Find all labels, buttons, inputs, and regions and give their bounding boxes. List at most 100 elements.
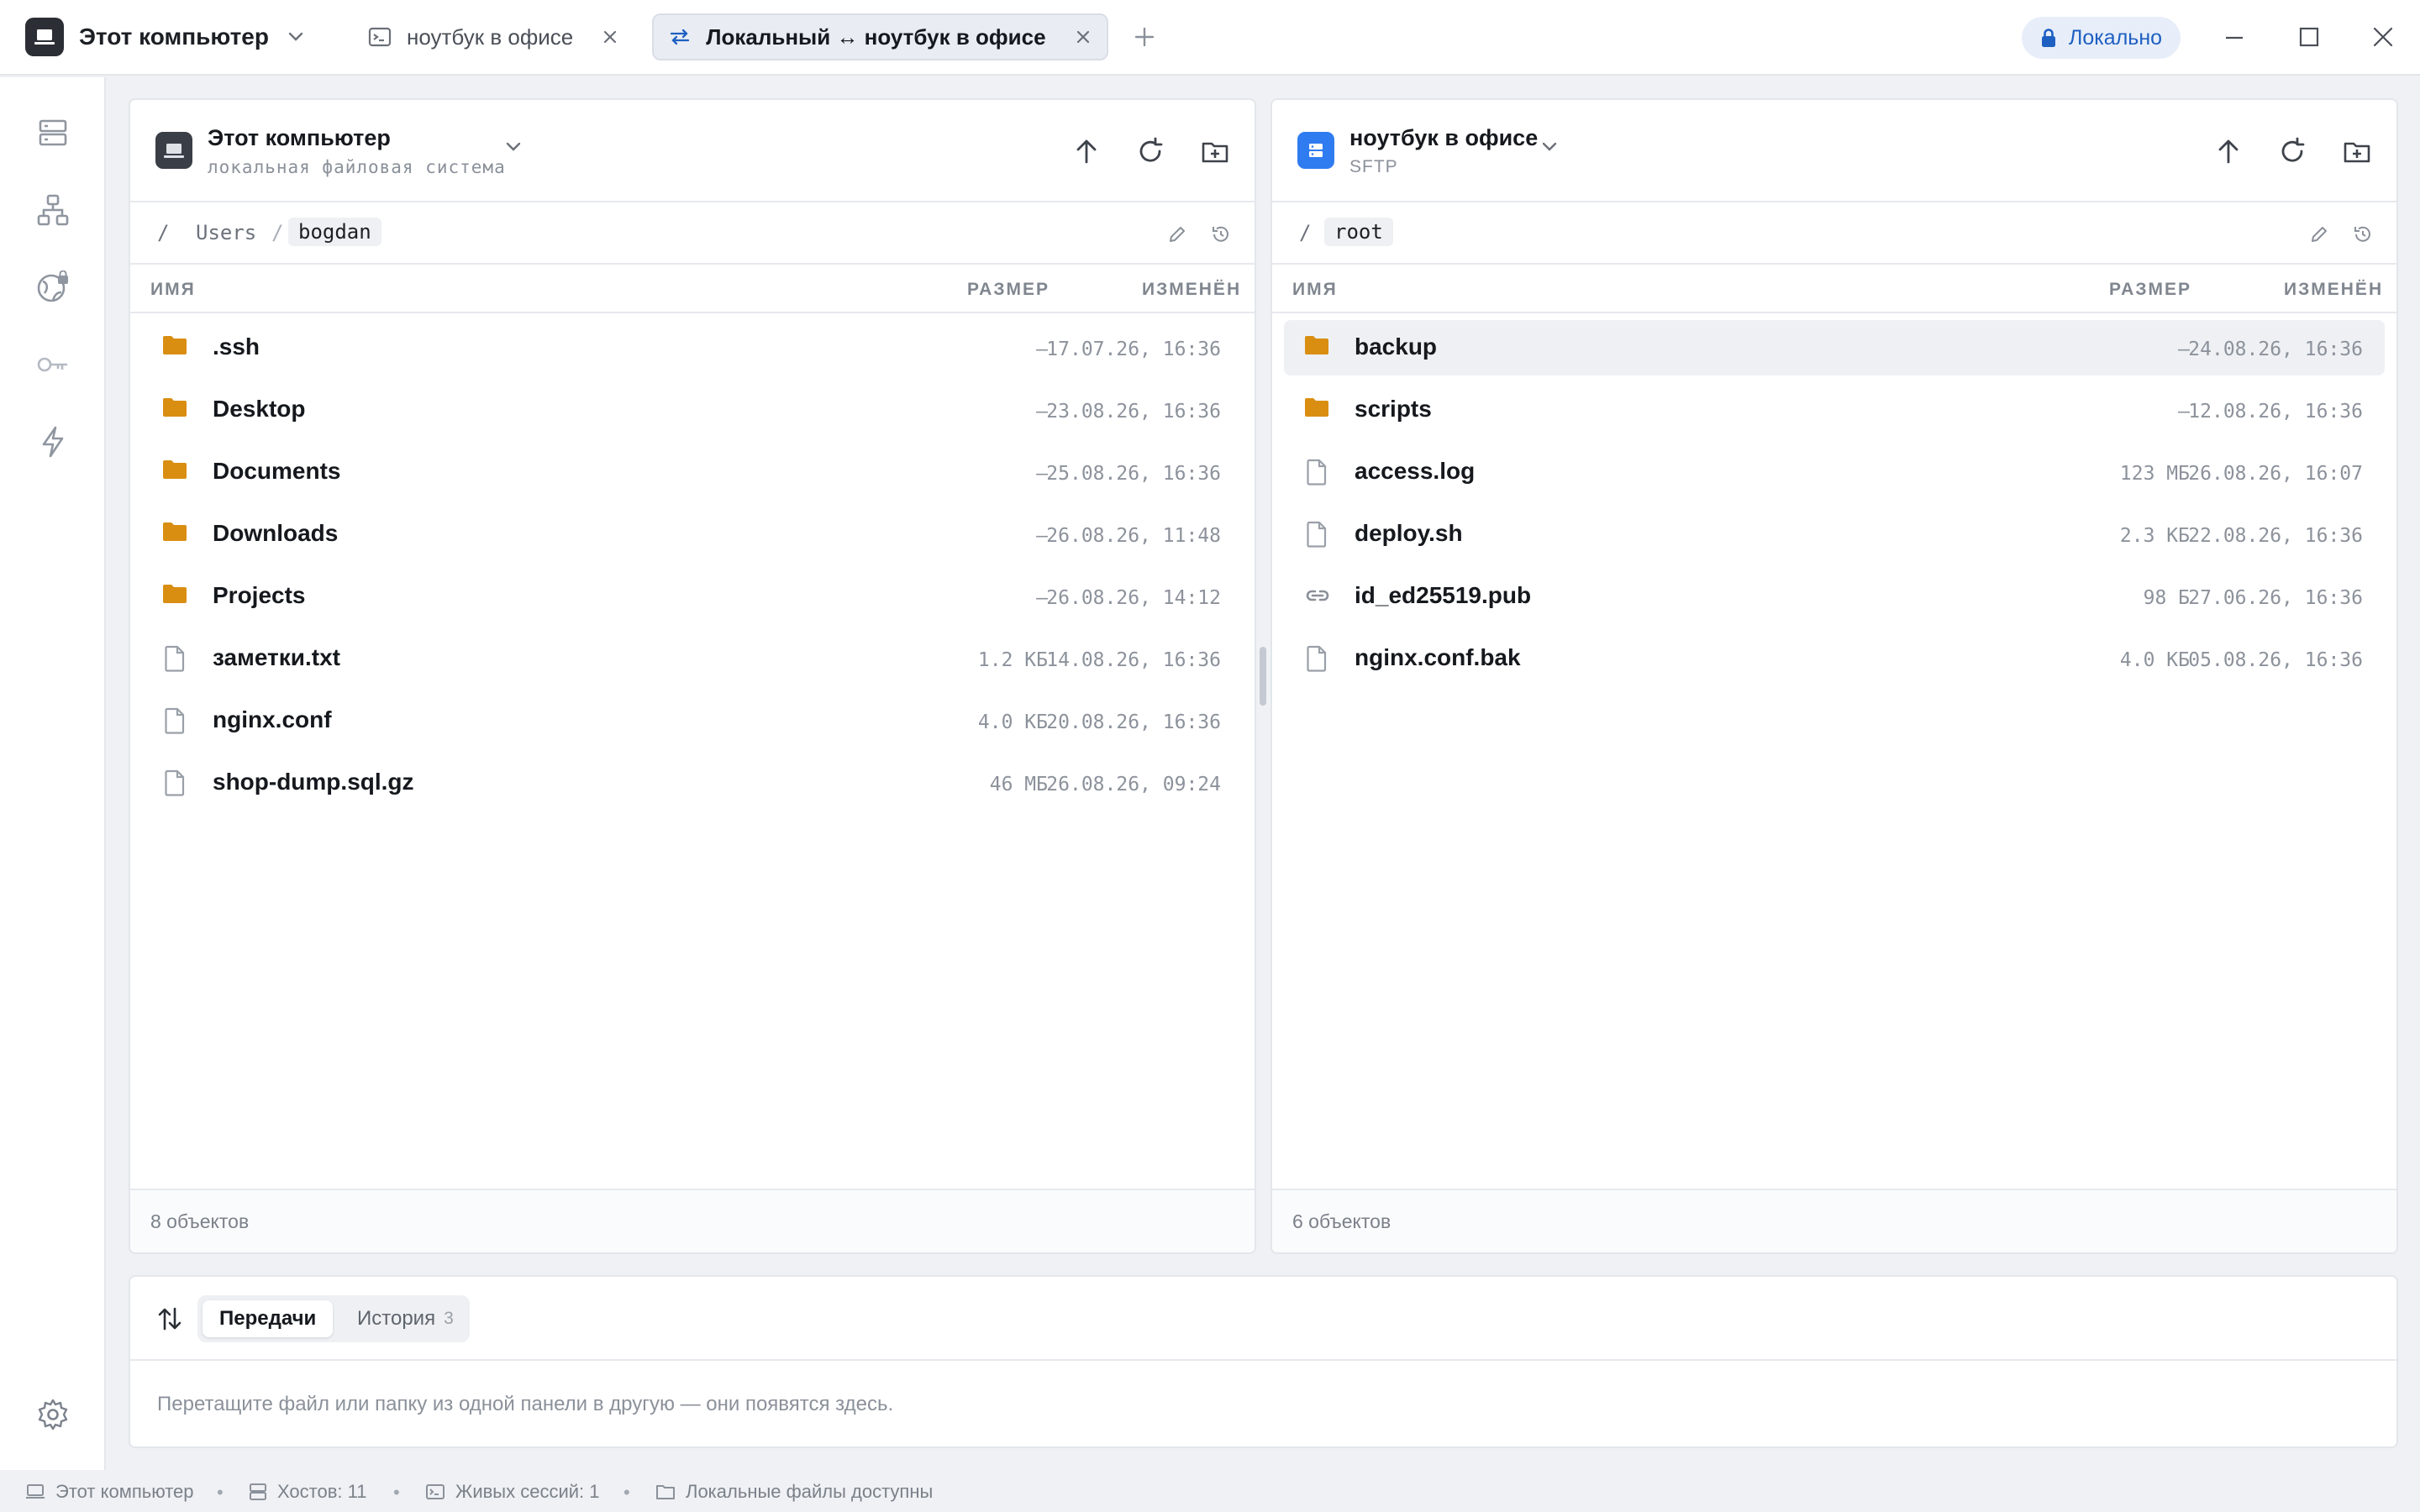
file-modified: 12.08.26, 16:36 [2188, 401, 2363, 423]
history-icon[interactable] [2353, 224, 2373, 244]
maximize-icon[interactable] [2298, 24, 2320, 52]
column-headers: ИМЯ РАЗМЕР ИЗМЕНЁН [1272, 266, 2396, 313]
file-size: 98 Б [2143, 587, 2190, 609]
separator-dot: • [217, 1482, 224, 1503]
chevron-down-icon[interactable] [1541, 142, 1558, 152]
breadcrumb-root[interactable]: / [157, 221, 169, 244]
breadcrumb-users[interactable]: Users [196, 221, 256, 244]
status-hosts: Хостов: 11 [249, 1472, 366, 1512]
key-icon[interactable] [36, 348, 70, 381]
go-up-arrow-icon[interactable] [2215, 137, 2242, 165]
window-close-icon[interactable] [2372, 24, 2394, 52]
file-size: 46 МБ [989, 774, 1048, 795]
folder-icon [162, 396, 187, 418]
network-icon[interactable] [36, 193, 70, 227]
file-row[interactable]: заметки.txt 1.2 КБ 14.08.26, 16:36 [142, 631, 1243, 686]
folder-row[interactable]: Documents —25.08.26, 16:36 [142, 444, 1243, 500]
snippets-bolt-icon[interactable] [36, 425, 70, 459]
globe-lock-icon[interactable] [36, 270, 70, 304]
remote-file-pane: ноутбук в офисе SFTP / root ИМЯ РАЗМЕР И… [1270, 98, 2398, 1254]
file-row[interactable]: deploy.sh 2.3 КБ 22.08.26, 16:36 [1284, 507, 2385, 562]
file-name: id_ed25519.pub [1355, 582, 1532, 608]
file-row[interactable]: id_ed25519.pub 98 Б 27.06.26, 16:36 [1284, 569, 2385, 624]
file-modified: 26.08.26, 11:48 [1046, 525, 1221, 547]
file-name: заметки.txt [213, 644, 340, 670]
edit-path-pencil-icon[interactable] [1167, 224, 1187, 244]
minimize-icon[interactable] [2223, 24, 2245, 52]
file-name: .ssh [213, 333, 260, 360]
file-row[interactable]: access.log 123 МБ 26.08.26, 16:07 [1284, 444, 2385, 500]
column-modified[interactable]: ИЗМЕНЁН [2284, 280, 2383, 300]
breadcrumb-root[interactable]: / [1299, 221, 1311, 244]
file-modified: 26.08.26, 09:24 [1046, 774, 1221, 795]
link-icon [1304, 583, 1331, 608]
folder-row[interactable]: Downloads —26.08.26, 11:48 [142, 507, 1243, 562]
file-icon [1304, 521, 1329, 548]
separator-dot: • [623, 1482, 630, 1503]
pane-resize-handle[interactable] [1260, 647, 1266, 706]
close-icon[interactable] [1075, 29, 1092, 45]
file-row[interactable]: nginx.conf 4.0 КБ 20.08.26, 16:36 [142, 693, 1243, 748]
tab-transfers[interactable]: Передачи [203, 1300, 334, 1337]
file-modified: 22.08.26, 16:36 [2188, 525, 2363, 547]
file-row[interactable]: shop-dump.sql.gz 46 МБ 26.08.26, 09:24 [142, 755, 1243, 811]
file-icon [162, 769, 187, 796]
title-bar: Этот компьютер ноутбук в офисе Локальный… [0, 0, 2420, 76]
transfers-panel: Передачи История 3 Перетащите файл или п… [129, 1275, 2398, 1448]
edit-path-pencil-icon[interactable] [2309, 224, 2329, 244]
lock-icon [2040, 28, 2069, 48]
refresh-icon[interactable] [2279, 137, 2306, 165]
source-name[interactable]: Этот компьютер [208, 125, 391, 151]
folder-icon [1304, 334, 1329, 356]
column-name[interactable]: ИМЯ [1292, 280, 1338, 300]
folder-row[interactable]: Desktop —23.08.26, 16:36 [142, 382, 1243, 438]
chevron-down-icon[interactable] [505, 142, 522, 152]
pane-footer: 6 объектов [1272, 1189, 2396, 1252]
folder-row[interactable]: backup —24.08.26, 16:36 [1284, 320, 2385, 375]
breadcrumb-current[interactable]: root [1324, 218, 1393, 246]
column-size[interactable]: РАЗМЕР [2109, 280, 2191, 300]
tab-transfer-local-office[interactable]: Локальный ↔ ноутбук в офисе [652, 13, 1108, 60]
file-name: nginx.conf [213, 706, 332, 732]
pane-header: Этот компьютер локальная файловая систем… [130, 100, 1255, 202]
transfers-segmented-control: Передачи История 3 [197, 1295, 470, 1342]
tab-history[interactable]: История 3 [340, 1300, 471, 1337]
column-modified[interactable]: ИЗМЕНЁН [1142, 280, 1241, 300]
refresh-icon[interactable] [1137, 137, 1164, 165]
nav-rail [0, 77, 106, 1470]
file-modified: 24.08.26, 16:36 [2188, 339, 2363, 360]
tab-label: История [357, 1307, 436, 1330]
local-mode-badge[interactable]: Локально [2022, 17, 2181, 59]
hosts-icon[interactable] [36, 116, 70, 150]
folder-row[interactable]: .ssh —17.07.26, 16:36 [142, 320, 1243, 375]
workspace-switcher[interactable]: Этот компьютер [25, 0, 304, 75]
file-modified: 17.07.26, 16:36 [1046, 339, 1221, 360]
folder-row[interactable]: Projects —26.08.26, 14:12 [142, 569, 1243, 624]
go-up-arrow-icon[interactable] [1073, 137, 1100, 165]
folder-row[interactable]: scripts —12.08.26, 16:36 [1284, 382, 2385, 438]
status-bar: Этот компьютер • Хостов: 11 • Живых сесс… [0, 1472, 2420, 1512]
file-modified: 26.08.26, 14:12 [1046, 587, 1221, 609]
transfers-empty-hint: Перетащите файл или папку из одной панел… [157, 1393, 894, 1415]
tab-label: ноутбук в офисе [406, 24, 574, 50]
separator-dot: • [393, 1482, 400, 1503]
history-icon[interactable] [1211, 224, 1231, 244]
settings-gear-icon[interactable] [36, 1398, 70, 1431]
breadcrumb-current[interactable]: bogdan [288, 218, 381, 246]
computer-icon [155, 132, 192, 169]
close-icon[interactable] [602, 29, 618, 45]
file-name: access.log [1355, 458, 1476, 484]
folder-icon [162, 459, 187, 480]
column-name[interactable]: ИМЯ [150, 280, 196, 300]
new-folder-icon[interactable] [1201, 137, 1229, 165]
file-name: scripts [1355, 396, 1432, 422]
transfers-header: Передачи История 3 [130, 1277, 2396, 1361]
tab-terminal-office-laptop[interactable]: ноутбук в офисе [353, 13, 634, 60]
source-name[interactable]: ноутбук в офисе [1349, 125, 1538, 151]
chevron-down-icon[interactable] [287, 32, 304, 42]
column-size[interactable]: РАЗМЕР [967, 280, 1050, 300]
pane-footer: 8 объектов [130, 1189, 1255, 1252]
add-tab-plus-icon[interactable] [1134, 26, 1155, 48]
new-folder-icon[interactable] [2343, 137, 2371, 165]
file-row[interactable]: nginx.conf.bak 4.0 КБ 05.08.26, 16:36 [1284, 631, 2385, 686]
